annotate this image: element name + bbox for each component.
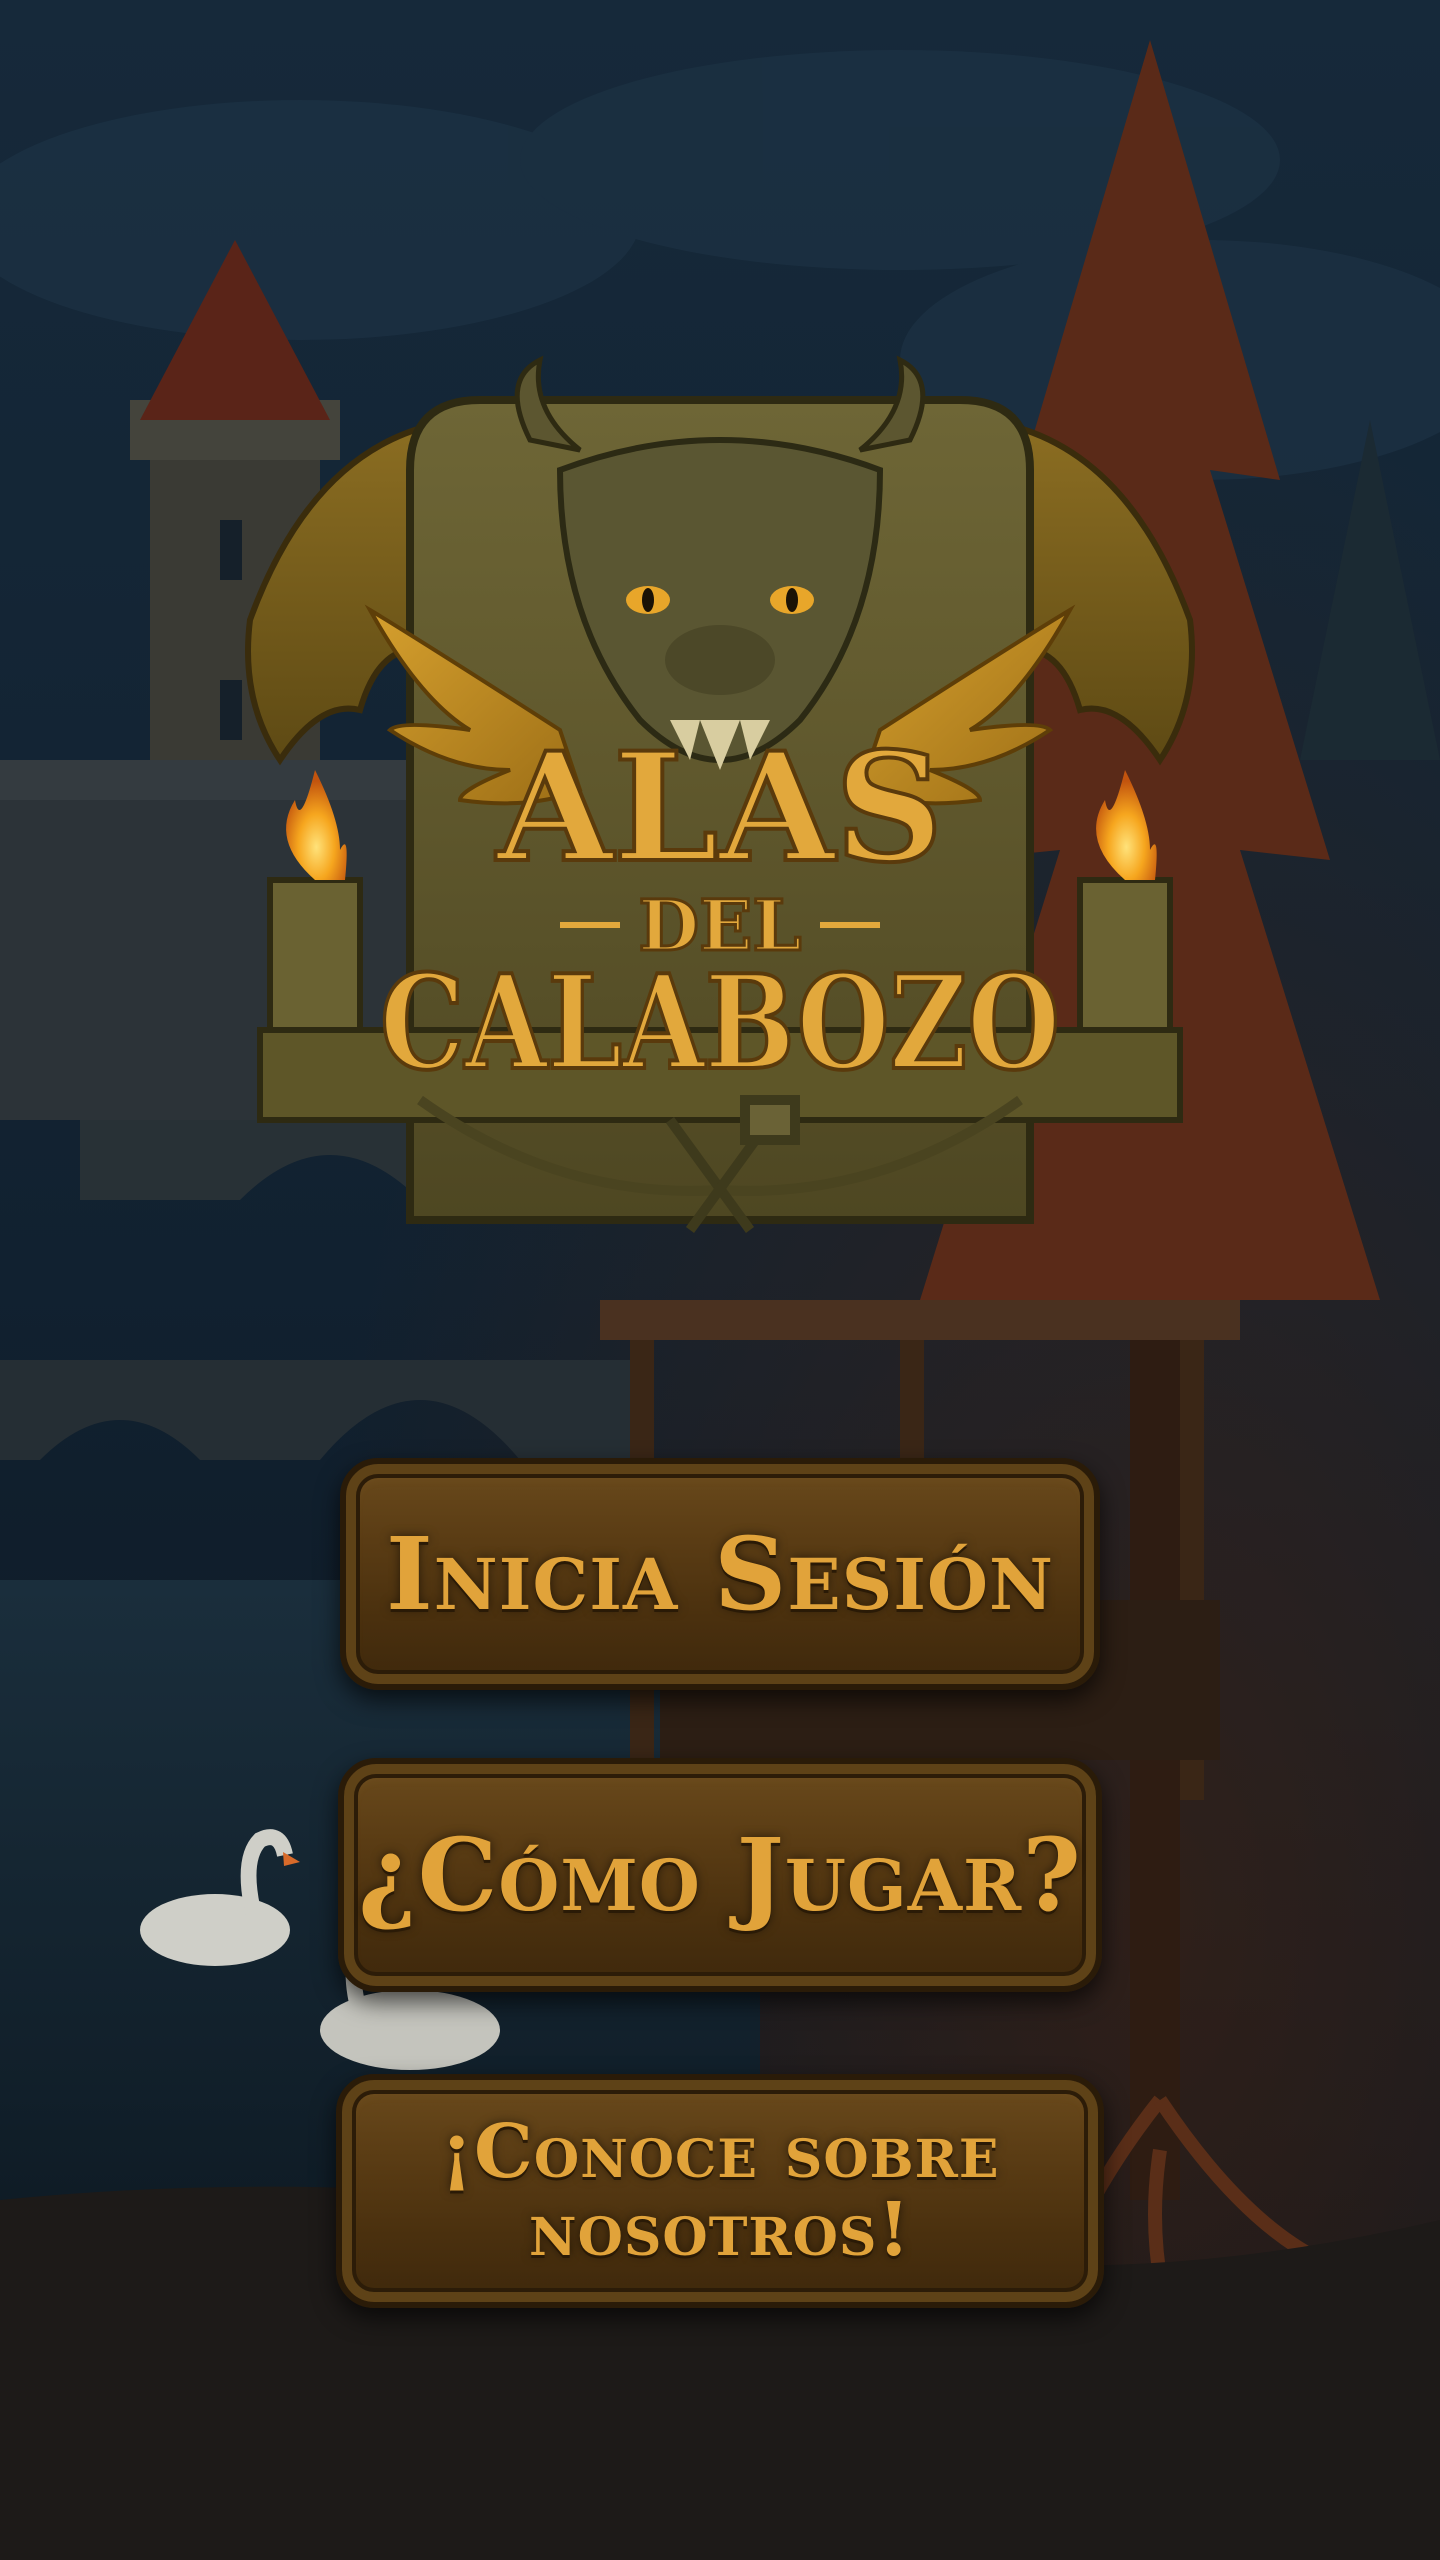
about-us-button-label: ¡Conoce sobre nosotros! (440, 2109, 1000, 2273)
logo-title-line-1: ALAS (495, 720, 944, 896)
title-screen: ALAS DEL CALABOZO Inicia Sesión ¿Cómo Ju… (0, 0, 1440, 2560)
logo-title-line-3: CALABOZO (380, 946, 1060, 1099)
login-button[interactable]: Inicia Sesión (340, 1458, 1100, 1690)
how-to-play-button-label: ¿Cómo Jugar? (358, 1816, 1082, 1934)
how-to-play-button[interactable]: ¿Cómo Jugar? (338, 1758, 1102, 1992)
about-us-button[interactable]: ¡Conoce sobre nosotros! (336, 2074, 1104, 2308)
login-button-label: Inicia Sesión (386, 1515, 1054, 1633)
